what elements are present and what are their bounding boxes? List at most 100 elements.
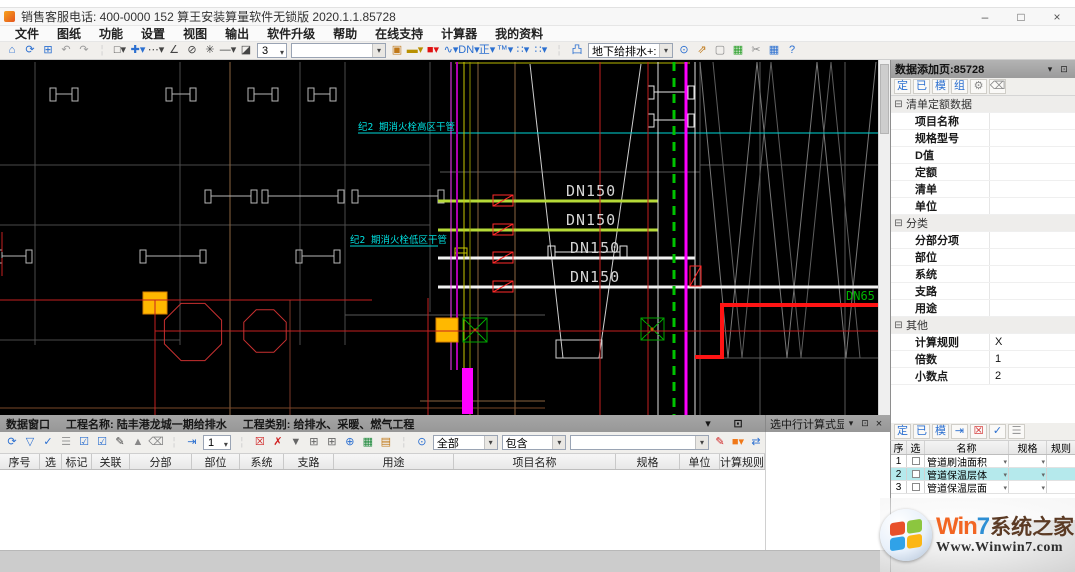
chevron-down-icon[interactable] [695,436,708,449]
menu-item[interactable]: 图纸 [48,25,90,42]
menu-item[interactable]: 设置 [132,25,174,42]
lock-icon[interactable]: ▣ [388,43,406,58]
goto-row-icon[interactable]: ⇥ [183,435,201,450]
insert-row-icon[interactable]: ⊞ [305,435,323,450]
menu-item[interactable]: 视图 [174,25,216,42]
column-header[interactable]: 名称 [925,441,1009,454]
property-row[interactable]: 规格型号 [891,130,1075,147]
refresh-icon[interactable]: ⟳ [3,435,21,450]
refresh-icon[interactable]: ⟳ [21,43,39,58]
property-row[interactable]: 定额 [891,164,1075,181]
home-icon[interactable]: ⌂ [3,43,21,58]
export-doc-icon[interactable]: ▤ [377,435,395,450]
menu-item[interactable]: 在线支持 [366,25,432,42]
property-value[interactable] [989,181,1075,197]
chevron-down-icon[interactable] [1003,469,1008,480]
mark-color-icon[interactable]: ■▾ [729,435,747,450]
find-icon[interactable]: ⊙ [413,435,431,450]
find-icon[interactable]: ⊙ [675,43,693,58]
property-value[interactable] [989,164,1075,180]
property-row[interactable]: 计算规则 X [891,334,1075,351]
property-value[interactable] [989,147,1075,163]
row-spinner[interactable]: 1 [203,435,231,450]
column-header[interactable]: 项目名称 [454,454,616,469]
dn-label-icon[interactable]: DN▾ [460,43,478,58]
calc-row[interactable]: 1 管道刷油面积 [891,455,1075,468]
pvc-tag-icon[interactable]: ☰ [1008,424,1025,439]
insert-rows-icon[interactable]: ⊞ [323,435,341,450]
filter-funnel-icon[interactable]: ▼ [287,435,305,450]
pin-icon[interactable] [858,418,872,429]
column-header[interactable]: 系统 [240,454,284,469]
viewport-grid-icon[interactable]: ⊞ [39,43,57,58]
color-button[interactable]: 已 [913,79,930,94]
style-combo[interactable] [291,43,386,58]
filter-check-icon[interactable]: ▽ [21,435,39,450]
chevron-down-icon[interactable] [1043,64,1057,75]
property-value[interactable] [980,317,1075,333]
collapse-icon[interactable] [891,218,906,229]
confirm-check-icon[interactable]: ✓ [39,435,57,450]
column-header[interactable]: 选 [907,441,925,454]
define-button[interactable]: 定 [894,424,911,439]
color-button[interactable]: 已 [913,424,930,439]
chevron-down-icon[interactable] [552,436,565,449]
pin-icon[interactable] [731,417,745,430]
column-header[interactable]: 规格 [1009,441,1047,454]
table-view-icon[interactable]: ▦ [765,43,783,58]
menu-item[interactable]: 软件升级 [258,25,324,42]
line-style-icon[interactable]: —▾ [219,43,237,58]
column-header[interactable]: 标记 [62,454,92,469]
column-header[interactable]: 序号 [0,454,40,469]
rect-tool-icon[interactable]: □▾ [111,43,129,58]
append-button[interactable]: ⇥ [951,424,968,439]
settings-gear-icon[interactable]: ⚙ [970,79,987,94]
leader-icon[interactable]: ∿▾ [442,43,460,58]
delete-checked-icon[interactable]: ☒ [970,424,987,439]
delete-checked-icon[interactable]: ☒ [251,435,269,450]
property-value[interactable] [989,198,1075,214]
property-row[interactable]: 分部分项 [891,232,1075,249]
menu-item[interactable]: 帮助 [324,25,366,42]
delete-icon[interactable]: ✗ [269,435,287,450]
level-label-icon[interactable]: 正▾ [478,43,496,58]
no-circle-icon[interactable]: ⊘ [183,43,201,58]
column-header[interactable]: 部位 [192,454,240,469]
array-dots-icon[interactable]: ∷▾ [514,43,532,58]
property-row[interactable]: 支路 [891,283,1075,300]
layer-color-icon[interactable]: ▬▾ [406,43,424,58]
chevron-down-icon[interactable] [1003,482,1008,493]
color-swatch-icon[interactable]: ■▾ [424,43,442,58]
chevron-down-icon[interactable] [1041,482,1046,493]
property-value[interactable]: X [989,334,1075,350]
column-header[interactable]: 分部 [130,454,192,469]
row-edit-icon[interactable]: ✎ [111,435,129,450]
property-row[interactable]: 清单定额数据 [891,96,1075,113]
property-value[interactable] [989,232,1075,248]
group-button[interactable]: 组 [951,79,968,94]
property-value[interactable]: 1 [989,351,1075,367]
search-combo[interactable] [570,435,709,450]
checkbox[interactable] [912,457,920,465]
canvas-vscrollbar[interactable] [878,60,890,415]
calc-row[interactable]: 3 管道保温层面 [891,481,1075,494]
redo-icon[interactable]: ↷ [75,43,93,58]
property-row[interactable]: 单位 [891,198,1075,215]
eraser-icon[interactable]: ⌫ [989,79,1006,94]
minimize-button[interactable]: – [967,8,1003,26]
separator[interactable]: ¦ [395,435,413,450]
export-excel-icon[interactable]: ▦ [359,435,377,450]
array-dots2-icon[interactable]: ∷▾ [532,43,550,58]
property-row[interactable]: 用途 [891,300,1075,317]
scrollbar-thumb[interactable] [880,64,889,134]
tag-label-icon[interactable]: ™▾ [496,43,514,58]
menu-item[interactable]: 我的资料 [486,25,552,42]
separator[interactable]: ¦ [233,435,251,450]
menu-item[interactable]: 功能 [90,25,132,42]
property-value[interactable]: 2 [989,368,1075,384]
property-value[interactable] [989,130,1075,146]
property-row[interactable]: 倍数 1 [891,351,1075,368]
property-row[interactable]: 清单 [891,181,1075,198]
property-row[interactable]: 部位 [891,249,1075,266]
data-table-body[interactable] [0,470,765,550]
